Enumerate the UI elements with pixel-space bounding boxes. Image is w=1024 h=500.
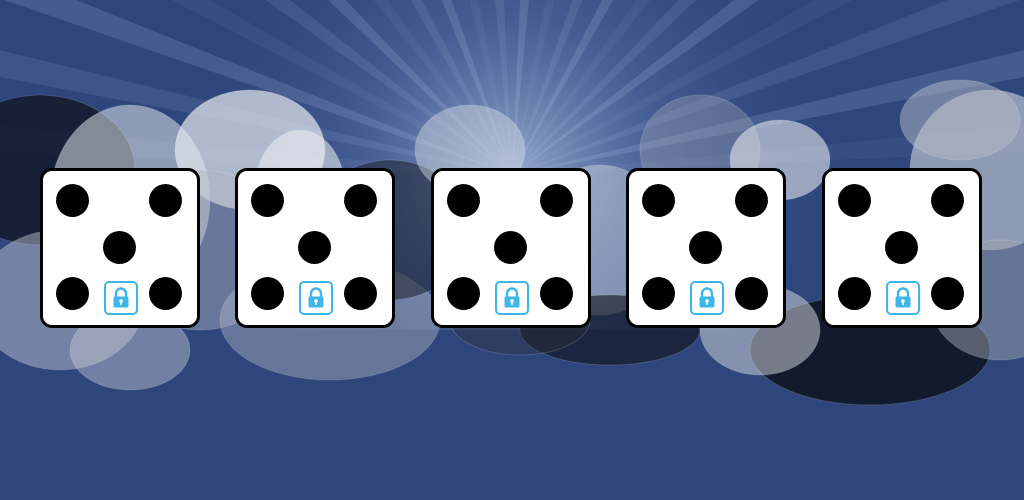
die-4[interactable] [626, 168, 786, 328]
die-pip [688, 230, 722, 264]
die-pip [343, 184, 377, 218]
die-2[interactable] [235, 168, 395, 328]
lock-icon[interactable] [104, 281, 138, 315]
die-5[interactable] [822, 168, 982, 328]
die-pip [447, 276, 481, 310]
die-pip [447, 184, 481, 218]
die-pip [734, 276, 768, 310]
lock-icon[interactable] [886, 281, 920, 315]
die-pip [56, 184, 90, 218]
die-pip [539, 276, 573, 310]
lock-icon[interactable] [495, 281, 529, 315]
die-pip [884, 230, 918, 264]
die-pip [102, 230, 136, 264]
die-pip [148, 184, 182, 218]
game-board [0, 0, 1024, 500]
die-pip [493, 230, 527, 264]
die-pip [343, 276, 377, 310]
die-pip [642, 276, 676, 310]
die-pip [251, 184, 285, 218]
background-bubble [899, 79, 1021, 161]
die-pip [930, 184, 964, 218]
die-pip [838, 276, 872, 310]
lock-icon[interactable] [690, 281, 724, 315]
die-pip [56, 276, 90, 310]
die-pip [539, 184, 573, 218]
die-3[interactable] [431, 168, 591, 328]
die-pip [642, 184, 676, 218]
die-pip [148, 276, 182, 310]
lock-icon[interactable] [299, 281, 333, 315]
die-pip [734, 184, 768, 218]
die-pip [297, 230, 331, 264]
die-pip [930, 276, 964, 310]
die-1[interactable] [40, 168, 200, 328]
die-pip [251, 276, 285, 310]
die-pip [838, 184, 872, 218]
